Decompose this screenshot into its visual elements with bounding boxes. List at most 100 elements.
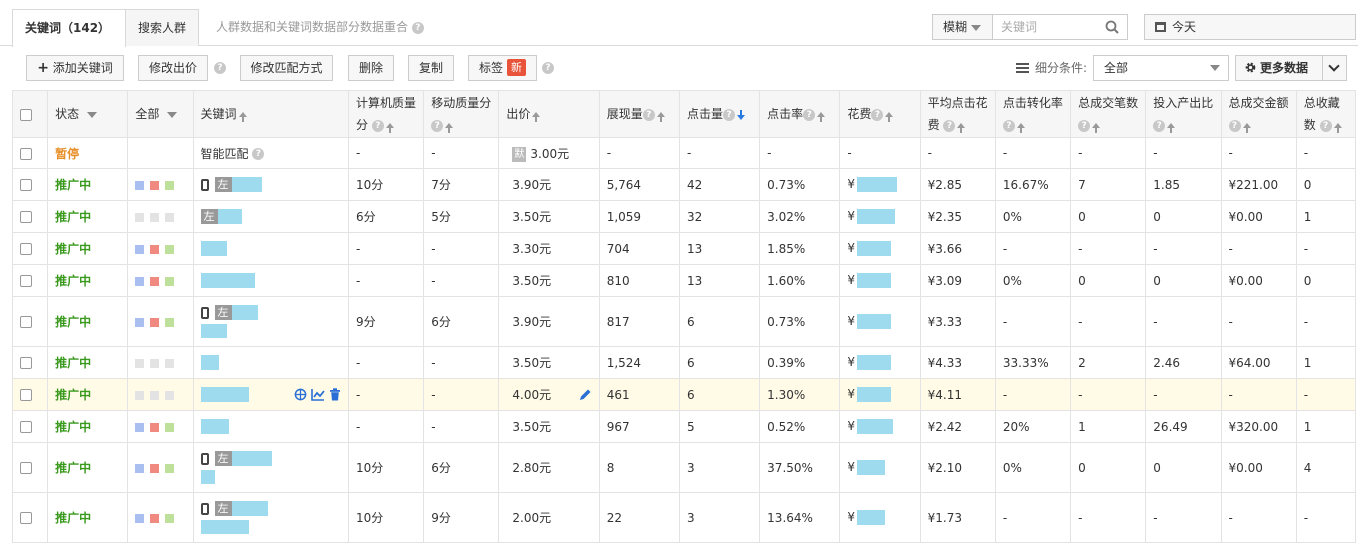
- col-conv-rate[interactable]: 点击转化率 ?: [994, 90, 1072, 138]
- more-data-button[interactable]: 更多数据: [1235, 55, 1347, 81]
- bid-cell[interactable]: 2.80元: [498, 442, 600, 493]
- bid-cell[interactable]: 4.00元: [498, 378, 600, 411]
- col-pc-quality[interactable]: 计算机质量分 ?: [347, 90, 425, 138]
- row-checkbox[interactable]: [20, 316, 32, 328]
- bid-cell[interactable]: 3.90元: [498, 296, 600, 347]
- row-checkbox[interactable]: [20, 357, 32, 369]
- trend-chart-icon[interactable]: [311, 388, 325, 401]
- row-checkbox[interactable]: [20, 462, 32, 474]
- bid-cell[interactable]: 3.30元: [498, 232, 600, 265]
- row-checkbox[interactable]: [20, 421, 32, 433]
- col-total-fav[interactable]: 总收藏数 ?: [1295, 90, 1357, 138]
- help-icon[interactable]: ?: [252, 148, 265, 160]
- keyword-text-redacted[interactable]: [200, 387, 249, 402]
- col-avg-cpc[interactable]: 平均点击花费 ?: [919, 90, 996, 138]
- table-row[interactable]: 推广中 左 10分 6分 2.80元 8 3 37.50% ¥ ¥2.10 0% 0 0 ¥0.00 4: [11, 442, 1357, 493]
- date-picker[interactable]: 今天: [1144, 14, 1356, 40]
- table-row[interactable]: 推广中 - - 3.30元 704 13 1.85% ¥ ¥3.66 - - - - -: [11, 232, 1357, 265]
- bid-cell[interactable]: 3.50元: [498, 264, 600, 297]
- trash-icon[interactable]: [329, 388, 341, 401]
- bid-cell[interactable]: 3.50元: [498, 200, 600, 233]
- help-icon[interactable]: ?: [722, 108, 735, 121]
- col-clicks[interactable]: 点击量?: [678, 90, 761, 138]
- help-icon[interactable]: ?: [542, 62, 554, 74]
- segment-select[interactable]: 全部: [1093, 55, 1229, 81]
- row-checkbox[interactable]: [20, 179, 32, 191]
- keyword-text-redacted[interactable]: [200, 324, 227, 338]
- row-checkbox[interactable]: [20, 275, 32, 287]
- help-icon[interactable]: ?: [214, 62, 226, 74]
- col-keyword[interactable]: 关键词: [192, 90, 349, 138]
- help-icon[interactable]: ?: [803, 108, 816, 121]
- modify-bid-button[interactable]: 修改出价: [138, 55, 208, 81]
- table-row[interactable]: 推广中 - - 3.50元 810 13 1.60% ¥ ¥3.09 0% 0 0 ¥0.00 0: [11, 264, 1357, 297]
- keyword-text-redacted[interactable]: [231, 501, 268, 516]
- tab-search-crowd[interactable]: 搜索人群: [125, 9, 199, 46]
- table-row[interactable]: 推广中 - - 3.50元 967 5 0.52% ¥ ¥2.42 20% 1 26.49 ¥320.0…: [11, 410, 1357, 443]
- tag-button[interactable]: 标签新: [468, 55, 537, 81]
- keyword-text-redacted[interactable]: [231, 177, 262, 192]
- help-icon[interactable]: ?: [871, 108, 884, 121]
- help-icon[interactable]: ?: [431, 119, 444, 132]
- help-icon[interactable]: ?: [1002, 119, 1015, 132]
- col-roi[interactable]: 投入产出比 ?: [1145, 90, 1222, 138]
- help-icon[interactable]: ?: [642, 108, 655, 121]
- col-total-orders[interactable]: 总成交笔数 ?: [1070, 90, 1147, 138]
- add-keyword-button[interactable]: + 添加关键词: [26, 55, 124, 81]
- table-row[interactable]: 推广中 - - 4.00元 461 6 1.30% ¥ ¥4.11 - - - - -: [11, 378, 1357, 411]
- bid-cell[interactable]: 2.00元: [498, 492, 600, 543]
- help-icon[interactable]: ?: [1153, 119, 1166, 132]
- help-icon[interactable]: ?: [411, 21, 424, 34]
- keyword-text-redacted[interactable]: [231, 451, 272, 466]
- col-impressions[interactable]: 展现量?: [598, 90, 680, 138]
- search-icon[interactable]: [1105, 20, 1119, 34]
- row-checkbox[interactable]: [20, 512, 32, 524]
- table-row[interactable]: 暂停 智能匹配 ? - - 默 3.00元 - - - - - - - - - -: [11, 137, 1357, 169]
- col-cost[interactable]: 花费?: [839, 90, 921, 138]
- search-input[interactable]: [995, 17, 1103, 37]
- keyword-text-redacted[interactable]: [217, 209, 242, 224]
- more-data-dropdown[interactable]: [1322, 56, 1347, 80]
- col-ctr[interactable]: 点击率?: [759, 90, 841, 138]
- table-row[interactable]: 推广中 左 10分 7分 3.90元 5,764 42 0.73% ¥ ¥2.85 16.67% 7 1…: [11, 168, 1357, 201]
- keyword-text-redacted[interactable]: [200, 273, 255, 288]
- help-icon[interactable]: ?: [1078, 119, 1091, 132]
- bid-cell[interactable]: 3.50元: [498, 410, 600, 443]
- col-mobile-quality[interactable]: 移动质量分 ?: [423, 90, 500, 138]
- help-icon[interactable]: ?: [371, 119, 384, 132]
- keyword-text-redacted[interactable]: [231, 305, 258, 320]
- keyword-text-redacted[interactable]: [200, 470, 215, 484]
- keyword-text-redacted[interactable]: [200, 419, 229, 434]
- table-row[interactable]: 推广中 - - 3.50元 1,524 6 0.39% ¥ ¥4.33 33.33% 2 2.46 ¥6…: [11, 346, 1357, 379]
- target-icon[interactable]: [294, 388, 307, 401]
- copy-button[interactable]: 复制: [408, 55, 454, 81]
- bid-cell[interactable]: 3.90元: [498, 168, 600, 201]
- col-total-gmv[interactable]: 总成交金额 ?: [1220, 90, 1297, 138]
- search-mode-select[interactable]: 模糊: [933, 15, 993, 39]
- indicator-cell: [127, 492, 194, 543]
- row-checkbox[interactable]: [20, 147, 32, 160]
- select-all-checkbox[interactable]: [20, 108, 32, 121]
- col-status[interactable]: 状态: [47, 90, 129, 138]
- row-checkbox[interactable]: [20, 211, 32, 223]
- help-icon[interactable]: ?: [1319, 119, 1332, 132]
- table-row[interactable]: 推广中 左 9分 6分 3.90元 817 6 0.73% ¥ ¥3.33 - - - - -: [11, 296, 1357, 347]
- delete-button[interactable]: 删除: [348, 55, 394, 81]
- bid-cell[interactable]: 默 3.00元: [498, 137, 600, 169]
- help-icon[interactable]: ?: [1228, 119, 1241, 132]
- bid-cell[interactable]: 3.50元: [498, 346, 600, 379]
- row-checkbox[interactable]: [20, 243, 32, 255]
- tab-keywords[interactable]: 关键词（142）: [12, 9, 126, 47]
- keyword-text-redacted[interactable]: [200, 520, 249, 534]
- col-bid[interactable]: 出价: [498, 90, 600, 138]
- keyword-text-redacted[interactable]: [200, 241, 227, 256]
- pencil-icon[interactable]: [579, 388, 592, 401]
- row-checkbox[interactable]: [20, 389, 32, 401]
- modify-match-button[interactable]: 修改匹配方式: [240, 55, 333, 81]
- position-tag: 左: [214, 451, 232, 466]
- table-row[interactable]: 推广中 左 6分 5分 3.50元 1,059 32 3.02% ¥ ¥2.35 0% 0 0 ¥0.00…: [11, 200, 1357, 233]
- table-row[interactable]: 推广中 左 10分 9分 2.00元 22 3 13.64% ¥ ¥1.73 - - - - -: [11, 492, 1357, 543]
- help-icon[interactable]: ?: [943, 119, 956, 132]
- col-all[interactable]: 全部: [127, 90, 194, 138]
- keyword-text-redacted[interactable]: [200, 355, 219, 370]
